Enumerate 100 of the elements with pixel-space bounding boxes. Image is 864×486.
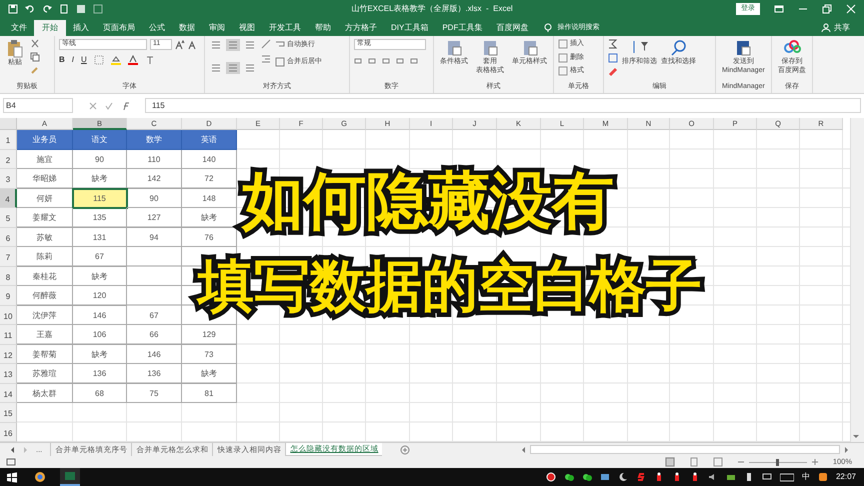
row-header[interactable]: 4 [0,188,17,208]
row-header[interactable]: 1 [0,130,17,150]
row-header[interactable]: 3 [0,169,17,188]
menu-tab[interactable]: 插入 [66,20,96,36]
table-cell: 施宜 [17,150,73,169]
border-icon[interactable] [94,55,104,65]
zoom-slider-thumb[interactable] [776,458,780,466]
function-icon[interactable] [121,102,129,110]
font-grow-icon[interactable] [175,40,185,50]
vertical-scrollbar[interactable] [850,118,864,442]
notification-app-icon[interactable] [818,472,828,482]
menu-tab[interactable]: 开始 [34,20,66,36]
align-center-icon[interactable] [226,62,240,74]
macro-record-icon[interactable] [6,457,16,467]
indent-icon[interactable] [261,54,271,64]
cut-icon[interactable] [30,39,40,49]
row-header[interactable]: 10 [0,306,17,325]
fill-icon[interactable] [608,53,618,63]
add-sheet-icon[interactable] [400,444,410,454]
ime-indicator[interactable]: 中 [802,471,810,483]
menu-tab[interactable]: 帮助 [308,20,338,36]
menu-tab[interactable]: 视图 [232,20,262,36]
menu-tab[interactable]: PDF工具集 [435,20,490,36]
moon-icon[interactable] [618,472,628,482]
row-header[interactable]: 9 [0,286,17,306]
menu-tab[interactable]: 文件 [4,20,34,36]
font-color-icon[interactable] [128,55,138,65]
form-icon[interactable] [76,4,86,14]
windows-start-icon[interactable] [6,472,18,482]
menu-tab[interactable]: 审阅 [202,20,232,36]
chat-icon[interactable] [582,472,592,482]
row-header[interactable]: 2 [0,150,17,169]
table-cell: 131 [73,228,127,247]
horizontal-scrollbar[interactable] [530,445,840,454]
ribbon-display-icon[interactable] [774,4,784,14]
eraser-icon[interactable] [608,67,618,77]
row-header[interactable]: 8 [0,266,17,286]
format-button[interactable]: I [72,56,74,64]
merge-icon [275,56,285,67]
share-button[interactable]: 共享 [834,22,850,34]
normal-view-icon[interactable] [664,457,675,467]
cancel-icon[interactable] [89,102,97,110]
menu-tab[interactable]: 开发工具 [262,20,308,36]
chat-icon[interactable] [564,472,574,482]
font-shrink-icon[interactable] [188,40,198,50]
excel-taskbar-button[interactable] [60,468,80,486]
zoom-in-icon[interactable] [810,458,819,466]
row-header[interactable]: 5 [0,208,17,228]
align-top-icon[interactable] [209,39,223,51]
redo-icon[interactable] [42,4,52,14]
browser-icon[interactable] [34,471,46,483]
page-layout-icon[interactable] [688,457,699,467]
row-header[interactable]: 16 [0,422,17,442]
record-icon[interactable] [546,472,556,482]
enter-icon[interactable] [105,102,113,110]
menu-tab[interactable]: 页面布局 [96,20,142,36]
align-middle-icon[interactable] [226,39,240,51]
orientation-icon[interactable] [261,39,271,49]
fill-color-icon[interactable] [110,55,121,65]
format-button[interactable]: B [59,56,65,64]
message-icon[interactable] [600,472,610,482]
spreadsheet-icon [64,471,76,481]
row-header[interactable]: 11 [0,325,17,344]
format-button[interactable]: U [81,56,87,64]
page-break-icon[interactable] [712,457,723,467]
ribbon-tool-icon [481,39,499,57]
network-icon[interactable] [762,472,772,482]
row-header[interactable]: 12 [0,344,17,364]
formula-bar[interactable]: 115 [145,98,861,113]
print-preview-icon[interactable] [59,4,69,14]
align-left-icon[interactable] [209,62,223,74]
menu-tab[interactable]: 数据 [172,20,202,36]
keyboard-icon[interactable] [780,472,794,482]
table-cell: 缺考 [182,208,237,228]
copy-icon[interactable] [30,52,40,62]
clock[interactable]: 22:07 [836,471,856,483]
person-icon [821,23,831,33]
lightbulb-icon [543,23,554,33]
menu-tab[interactable]: DIY工具箱 [384,20,436,36]
scroll-right-icon[interactable] [842,444,850,454]
phonetic-icon[interactable] [144,55,155,65]
name-box[interactable]: B4 [3,98,73,113]
align-right-icon[interactable] [243,62,257,74]
autosum-icon[interactable] [608,39,618,49]
menu-tab[interactable]: 公式 [142,20,172,36]
row-header[interactable]: 15 [0,403,17,422]
menu-tab[interactable]: 方方格子 [338,20,384,36]
table-icon[interactable] [93,4,103,14]
row-header[interactable]: 14 [0,384,17,403]
menu-tab[interactable]: 百度网盘 [489,20,536,36]
clipboard-icon [6,39,24,58]
row-header[interactable]: 13 [0,364,17,384]
row-header[interactable]: 6 [0,228,17,247]
undo-icon[interactable] [25,4,35,14]
close-icon[interactable] [846,4,856,14]
scroll-left-icon[interactable] [520,444,528,454]
save-icon[interactable] [8,4,18,14]
align-bottom-icon[interactable] [243,39,257,51]
row-header[interactable]: 7 [0,247,17,266]
restore-icon[interactable] [822,4,832,14]
